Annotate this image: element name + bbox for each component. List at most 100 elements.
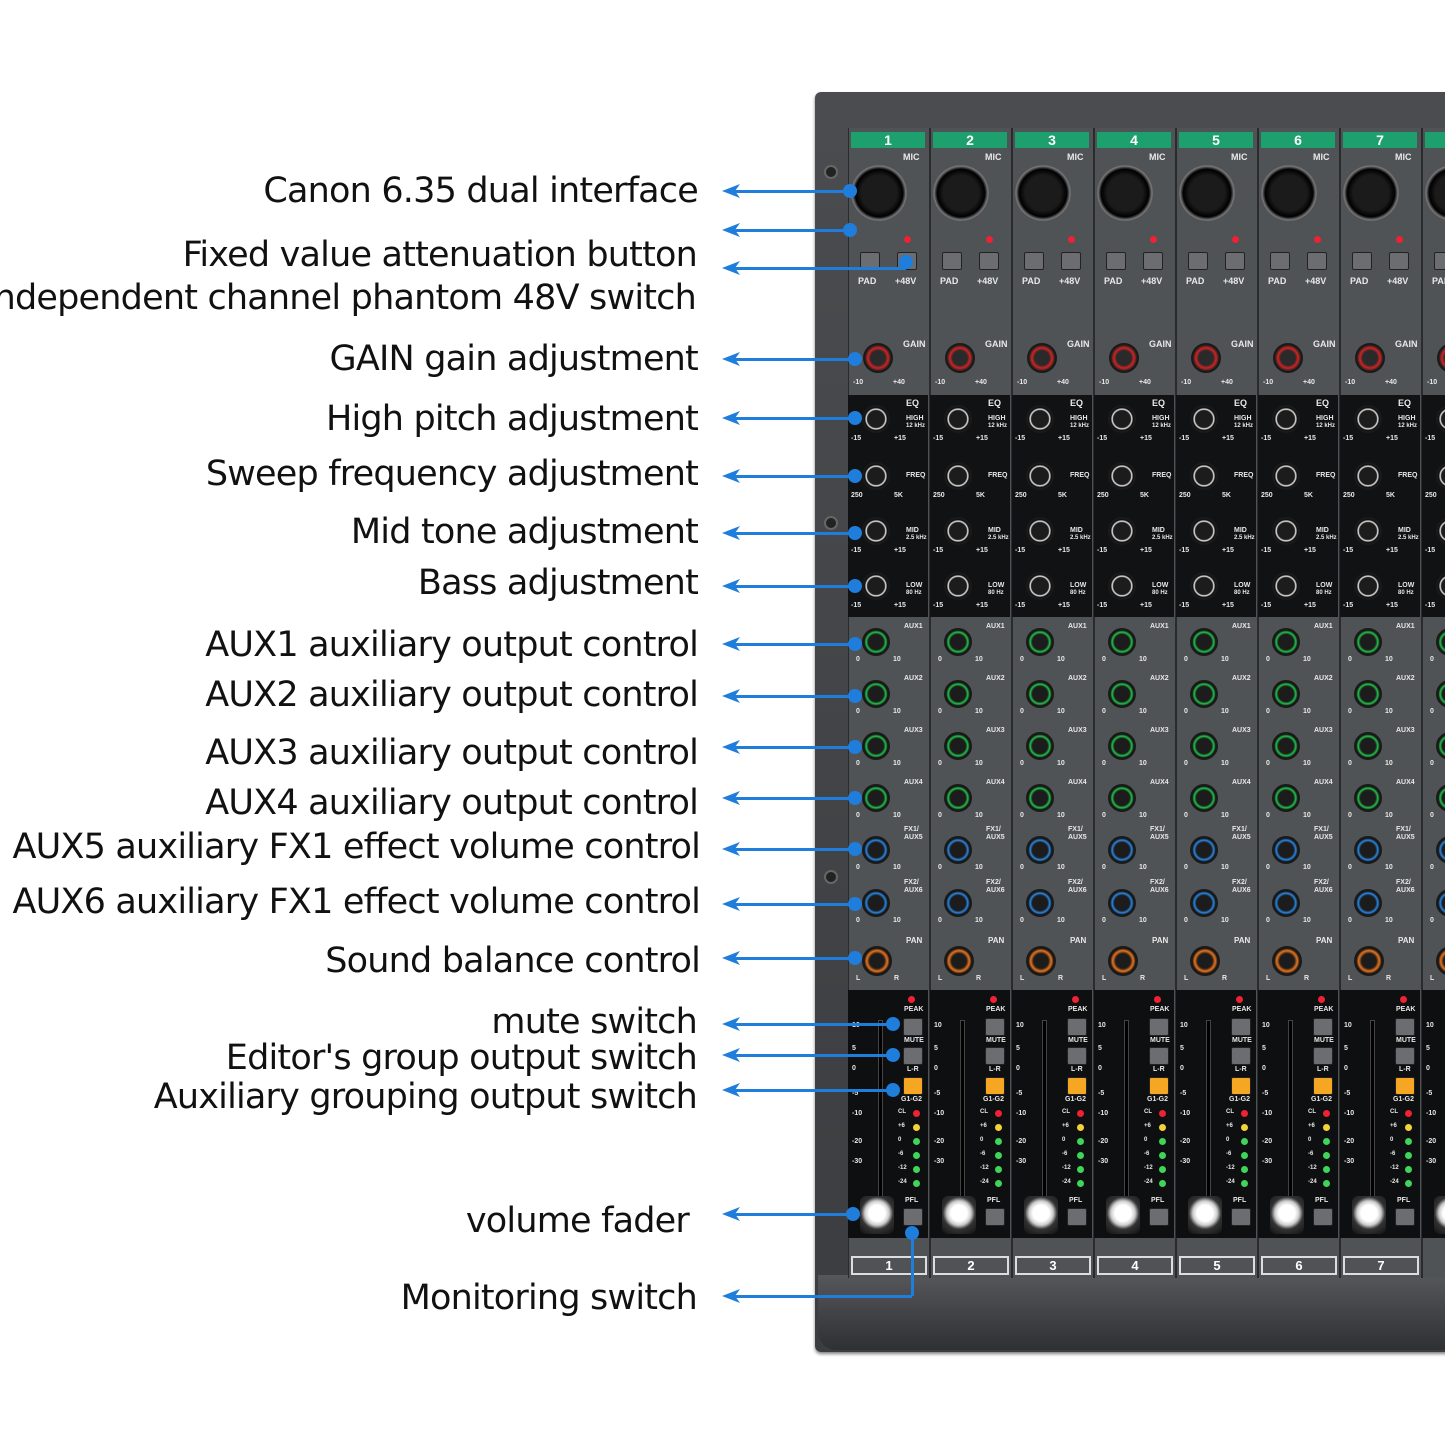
group-button[interactable] [1149, 1077, 1169, 1095]
aux-send-knob[interactable] [944, 628, 972, 656]
phantom-48v-button[interactable] [1307, 252, 1327, 270]
eq-knob[interactable] [1026, 517, 1054, 545]
mute-button[interactable] [985, 1018, 1005, 1036]
group-button[interactable] [903, 1077, 923, 1095]
group-button[interactable] [1067, 1077, 1087, 1095]
xlr-combo-jack-icon[interactable] [1097, 165, 1153, 221]
eq-knob[interactable] [944, 462, 972, 490]
fx-send-knob[interactable] [1272, 836, 1300, 864]
eq-knob[interactable] [1108, 462, 1136, 490]
fader-knob[interactable] [860, 1196, 894, 1234]
fx-send-knob[interactable] [1108, 889, 1136, 917]
aux-send-knob[interactable] [1026, 680, 1054, 708]
fx-send-knob[interactable] [1190, 889, 1218, 917]
aux-send-knob[interactable] [1108, 680, 1136, 708]
pad-button[interactable] [1188, 252, 1208, 270]
lr-button[interactable] [1231, 1047, 1251, 1065]
aux-send-knob[interactable] [1354, 628, 1382, 656]
lr-button[interactable] [1067, 1047, 1087, 1065]
gain-knob[interactable] [1355, 343, 1385, 373]
eq-knob[interactable] [1026, 572, 1054, 600]
aux-send-knob[interactable] [1026, 732, 1054, 760]
pan-knob[interactable] [944, 946, 974, 976]
aux-send-knob[interactable] [862, 628, 890, 656]
gain-knob[interactable] [1109, 343, 1139, 373]
aux-send-knob[interactable] [1272, 732, 1300, 760]
lr-button[interactable] [903, 1047, 923, 1065]
aux-send-knob[interactable] [1026, 784, 1054, 812]
fx-send-knob[interactable] [1272, 889, 1300, 917]
aux-send-knob[interactable] [944, 784, 972, 812]
aux-send-knob[interactable] [944, 732, 972, 760]
pad-button[interactable] [1434, 252, 1445, 270]
pfl-button[interactable] [985, 1208, 1005, 1226]
aux-send-knob[interactable] [862, 784, 890, 812]
aux-send-knob[interactable] [862, 680, 890, 708]
lr-button[interactable] [1149, 1047, 1169, 1065]
fader-knob[interactable] [1106, 1196, 1140, 1234]
group-button[interactable] [1231, 1077, 1251, 1095]
eq-knob[interactable] [862, 517, 890, 545]
phantom-48v-button[interactable] [1061, 252, 1081, 270]
fx-send-knob[interactable] [1190, 836, 1218, 864]
eq-knob[interactable] [1190, 462, 1218, 490]
eq-knob[interactable] [1354, 572, 1382, 600]
fx-send-knob[interactable] [1354, 836, 1382, 864]
gain-knob[interactable] [1191, 343, 1221, 373]
fader-knob[interactable] [942, 1196, 976, 1234]
pad-button[interactable] [942, 252, 962, 270]
pfl-button[interactable] [1313, 1208, 1333, 1226]
aux-send-knob[interactable] [1108, 628, 1136, 656]
pan-knob[interactable] [1272, 946, 1302, 976]
pfl-button[interactable] [903, 1208, 923, 1226]
eq-knob[interactable] [862, 405, 890, 433]
pad-button[interactable] [1106, 252, 1126, 270]
pfl-button[interactable] [1395, 1208, 1415, 1226]
gain-knob[interactable] [1273, 343, 1303, 373]
pan-knob[interactable] [1108, 946, 1138, 976]
aux-send-knob[interactable] [862, 732, 890, 760]
aux-send-knob[interactable] [1026, 628, 1054, 656]
pfl-button[interactable] [1231, 1208, 1251, 1226]
xlr-combo-jack-icon[interactable] [933, 165, 989, 221]
eq-knob[interactable] [1108, 405, 1136, 433]
mute-button[interactable] [903, 1018, 923, 1036]
mute-button[interactable] [1149, 1018, 1169, 1036]
eq-knob[interactable] [944, 517, 972, 545]
aux-send-knob[interactable] [1272, 680, 1300, 708]
phantom-48v-button[interactable] [979, 252, 999, 270]
aux-send-knob[interactable] [944, 680, 972, 708]
fx-send-knob[interactable] [1108, 836, 1136, 864]
xlr-combo-jack-icon[interactable] [851, 165, 907, 221]
pad-button[interactable] [1352, 252, 1372, 270]
fx-send-knob[interactable] [1026, 889, 1054, 917]
fader-knob[interactable] [1188, 1196, 1222, 1234]
xlr-combo-jack-icon[interactable] [1343, 165, 1399, 221]
fx-send-knob[interactable] [1354, 889, 1382, 917]
mute-button[interactable] [1067, 1018, 1087, 1036]
xlr-combo-jack-icon[interactable] [1015, 165, 1071, 221]
eq-knob[interactable] [1354, 517, 1382, 545]
pan-knob[interactable] [862, 946, 892, 976]
aux-send-knob[interactable] [1354, 784, 1382, 812]
fx-send-knob[interactable] [944, 836, 972, 864]
gain-knob[interactable] [1027, 343, 1057, 373]
eq-knob[interactable] [1272, 462, 1300, 490]
aux-send-knob[interactable] [1354, 680, 1382, 708]
mute-button[interactable] [1231, 1018, 1251, 1036]
eq-knob[interactable] [862, 462, 890, 490]
eq-knob[interactable] [944, 405, 972, 433]
eq-knob[interactable] [1108, 517, 1136, 545]
aux-send-knob[interactable] [1190, 628, 1218, 656]
aux-send-knob[interactable] [1190, 732, 1218, 760]
eq-knob[interactable] [1190, 572, 1218, 600]
eq-knob[interactable] [1026, 405, 1054, 433]
aux-send-knob[interactable] [1190, 784, 1218, 812]
fader-knob[interactable] [1024, 1196, 1058, 1234]
pan-knob[interactable] [1026, 946, 1056, 976]
aux-send-knob[interactable] [1272, 628, 1300, 656]
mute-button[interactable] [1395, 1018, 1415, 1036]
eq-knob[interactable] [1354, 462, 1382, 490]
fx-send-knob[interactable] [862, 889, 890, 917]
pad-button[interactable] [1270, 252, 1290, 270]
